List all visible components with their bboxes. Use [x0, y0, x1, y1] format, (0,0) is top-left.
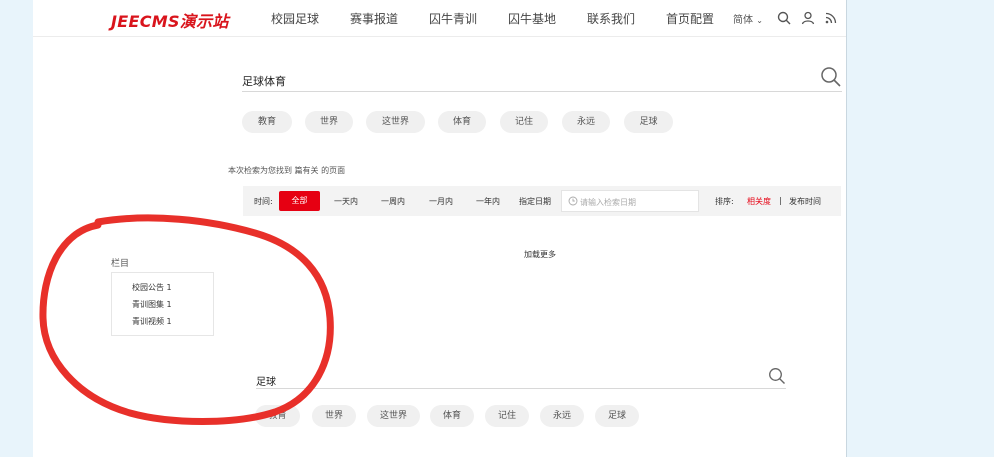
time-filter-custom[interactable]: 指定日期: [519, 196, 551, 207]
nav-item-campus-football[interactable]: 校园足球: [271, 10, 319, 27]
page: JEECMS演示站 校园足球 赛事报道 囚牛青训 囚牛基地 联系我们 首页配置 …: [33, 0, 846, 457]
page-border: [846, 0, 847, 457]
tag-remember[interactable]: 记住: [500, 111, 548, 133]
sort-publish-time[interactable]: 发布时间: [789, 196, 821, 207]
category-item-video[interactable]: 青训视频 1: [132, 316, 172, 327]
tag2-sports[interactable]: 体育: [430, 405, 474, 427]
category-title: 栏目: [111, 259, 130, 269]
result-count-note: 本次检索为您找到 篇有关 的页面: [228, 165, 345, 176]
sort-label: 排序:: [715, 197, 734, 206]
chevron-down-icon: ⌄: [756, 16, 763, 25]
date-input[interactable]: 请输入检索日期: [561, 190, 699, 212]
nav-item-base[interactable]: 囚牛基地: [508, 10, 556, 27]
tag2-forever[interactable]: 永远: [540, 405, 584, 427]
note-prefix: 本次检索为您找到: [228, 166, 292, 175]
time-filter-year[interactable]: 一年内: [476, 196, 500, 207]
sort-relevance[interactable]: 相关度: [747, 196, 771, 207]
tag2-education[interactable]: 教育: [255, 405, 300, 427]
search-icon[interactable]: [776, 10, 792, 26]
site-logo[interactable]: JEECMS演示站: [111, 8, 229, 32]
search-bar: 足球体育: [242, 64, 842, 92]
language-select[interactable]: 简体 ⌄: [733, 11, 763, 26]
tag2-remember[interactable]: 记住: [485, 405, 529, 427]
top-navbar: JEECMS演示站 校园足球 赛事报道 囚牛青训 囚牛基地 联系我们 首页配置 …: [33, 0, 846, 37]
second-search-input[interactable]: 足球: [256, 373, 276, 388]
tag2-football[interactable]: 足球: [595, 405, 639, 427]
time-filter-day[interactable]: 一天内: [334, 196, 358, 207]
note-mid: 篇有关: [294, 166, 319, 175]
category-item-gallery[interactable]: 青训图集 1: [132, 299, 172, 310]
rss-icon[interactable]: [823, 10, 839, 26]
tag2-this-world[interactable]: 这世界: [367, 405, 420, 427]
tag2-world[interactable]: 世界: [312, 405, 356, 427]
search-input[interactable]: 足球体育: [242, 73, 286, 89]
second-search-submit-icon[interactable]: [768, 367, 786, 385]
nav-item-homepage-config[interactable]: 首页配置: [666, 10, 714, 27]
tag-world[interactable]: 世界: [305, 111, 353, 133]
note-suffix: 的页面: [321, 166, 346, 175]
time-filter-week[interactable]: 一周内: [381, 196, 405, 207]
category-panel: 校园公告 1 青训图集 1 青训视频 1: [111, 272, 214, 336]
sort-separator: |: [779, 196, 782, 205]
clock-icon: [568, 196, 578, 206]
tag-football[interactable]: 足球: [624, 111, 673, 133]
tag-education[interactable]: 教育: [242, 111, 292, 133]
time-filter-all[interactable]: 全部: [279, 191, 320, 211]
search-submit-icon[interactable]: [820, 66, 842, 88]
nav-item-contact[interactable]: 联系我们: [587, 10, 635, 27]
tag-sports[interactable]: 体育: [438, 111, 486, 133]
tag-this-world[interactable]: 这世界: [366, 111, 425, 133]
load-more-button[interactable]: 加载更多: [524, 249, 556, 260]
time-filter-month[interactable]: 一月内: [429, 196, 453, 207]
date-placeholder: 请输入检索日期: [580, 198, 636, 207]
second-search-bar: 足球: [256, 365, 786, 389]
filter-bar: 时间: 全部 一天内 一周内 一月内 一年内 指定日期 请输入检索日期 排序: …: [243, 186, 841, 216]
nav-item-match-reports[interactable]: 赛事报道: [350, 10, 398, 27]
user-icon[interactable]: [800, 10, 816, 26]
category-item-announcement[interactable]: 校园公告 1: [132, 282, 172, 293]
nav-item-youth-training[interactable]: 囚牛青训: [429, 10, 477, 27]
tag-forever[interactable]: 永远: [562, 111, 610, 133]
time-filter-label: 时间:: [254, 197, 273, 206]
language-label: 简体: [733, 15, 753, 26]
